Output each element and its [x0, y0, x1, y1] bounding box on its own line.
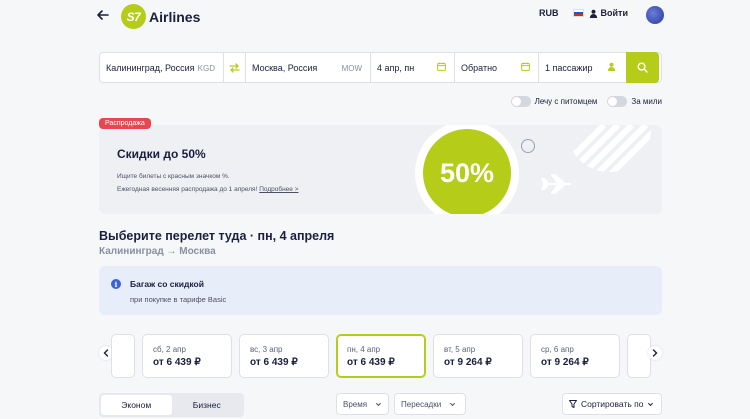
day-card[interactable]: вс, 3 апр от 6 439 ₽ — [239, 334, 329, 378]
day-price: от 9 264 ₽ — [444, 357, 492, 368]
from-city: Калининград, Россия — [106, 62, 195, 73]
day-card[interactable]: ср, 6 апр от 9 264 ₽ — [530, 334, 620, 378]
to-code: MOW — [341, 64, 362, 73]
search-button[interactable] — [626, 52, 659, 83]
back-arrow-icon[interactable] — [96, 8, 110, 22]
chevron-left-icon — [103, 349, 109, 357]
depart-date-field[interactable]: 4 апр, пн — [371, 53, 455, 82]
search-options: Лечу с питомцем За мили — [501, 96, 662, 107]
page-title: Выберите перелет туда · пн, 4 апреля — [99, 229, 335, 243]
pet-toggle[interactable]: Лечу с питомцем — [510, 96, 598, 107]
day-card[interactable]: сб, 2 апр от 6 439 ₽ — [142, 334, 232, 378]
swap-button[interactable] — [224, 53, 246, 82]
discount-circle: 50% — [415, 125, 519, 214]
login-button[interactable]: Войти — [601, 8, 628, 18]
passengers-count: 1 пассажир — [545, 62, 593, 73]
sort-dropdown[interactable]: Сортировать по — [562, 393, 662, 415]
sort-label: Сортировать по — [581, 399, 644, 409]
time-filter[interactable]: Время — [336, 393, 389, 415]
transfers-filter-label: Пересадки — [401, 399, 442, 409]
day-date: вс, 3 апр — [250, 345, 283, 354]
flight-search-bar: Калининград, Россия KGD Москва, Россия M… — [99, 52, 662, 83]
chevron-down-icon — [376, 402, 382, 406]
decor-stripes — [567, 125, 651, 172]
carousel-next-button[interactable] — [648, 346, 662, 360]
cabin-class-tabs: Эконом Бизнес — [99, 393, 244, 417]
from-field[interactable]: Калининград, Россия KGD — [100, 53, 224, 82]
to-field[interactable]: Москва, Россия MOW — [246, 53, 371, 82]
logo-mark: S7 — [121, 4, 146, 29]
language-globe-icon[interactable] — [646, 6, 664, 24]
russia-flag-icon[interactable] — [572, 9, 584, 17]
day-price: от 6 439 ₽ — [250, 357, 298, 368]
info-subtitle: при покупке в тарифе Basic — [130, 295, 227, 304]
currency-selector[interactable]: RUB — [539, 8, 559, 18]
header-actions: RUB Войти — [539, 8, 638, 18]
day-card-partial[interactable] — [111, 334, 135, 378]
passengers-field[interactable]: 1 пассажир — [539, 53, 626, 82]
promo-more-link[interactable]: Подробнее > — [259, 186, 298, 193]
route-subtitle: Калининград → Москва — [99, 246, 216, 257]
to-city: Москва, Россия — [252, 62, 318, 73]
day-card-selected[interactable]: пн, 4 апр от 6 439 ₽ — [336, 334, 426, 378]
swap-arrows-icon — [229, 62, 240, 73]
chevron-down-icon — [648, 402, 654, 406]
promo-text: Ищите билеты с красным значком %. Ежегод… — [117, 170, 299, 196]
passenger-icon — [607, 62, 616, 71]
pet-switch[interactable] — [510, 96, 531, 107]
info-title: Багаж со скидкой — [130, 279, 204, 289]
promo-line-2: Ежегодная весенняя распродажа до 1 апрел… — [117, 183, 299, 196]
user-icon — [589, 9, 597, 18]
tab-business[interactable]: Бизнес — [172, 395, 243, 415]
sale-badge: Распродажа — [99, 118, 151, 129]
transfers-filter[interactable]: Пересадки — [394, 393, 466, 415]
header: S7 Airlines RUB Войти — [0, 0, 750, 34]
chevron-right-icon — [652, 349, 658, 357]
return-date: Обратно — [461, 62, 498, 73]
time-filter-label: Время — [343, 399, 368, 409]
miles-label: За мили — [631, 97, 662, 106]
info-icon: i — [111, 279, 121, 289]
tab-economy[interactable]: Эконом — [101, 395, 172, 415]
miles-toggle[interactable]: За мили — [607, 96, 662, 107]
chevron-down-icon — [450, 402, 456, 406]
logo[interactable]: S7 Airlines — [121, 4, 200, 29]
discount-circle-text: 50% — [439, 157, 495, 188]
logo-text: Airlines — [149, 8, 201, 25]
day-price: от 6 439 ₽ — [347, 357, 395, 368]
promo-banner[interactable]: Скидки до 50% Ищите билеты с красным зна… — [99, 125, 662, 214]
return-date-field[interactable]: Обратно — [455, 53, 539, 82]
day-date: пн, 4 апр — [347, 345, 381, 354]
baggage-info-banner: i Багаж со скидкой при покупке в тарифе … — [99, 266, 662, 315]
filter-funnel-icon — [569, 400, 577, 408]
day-card[interactable]: вт, 5 апр от 9 264 ₽ — [433, 334, 523, 378]
day-card-partial[interactable] — [627, 334, 651, 378]
calendar-icon — [437, 62, 446, 71]
airplane-icon — [541, 174, 571, 194]
promo-line-1: Ищите билеты с красным значком %. — [117, 173, 230, 180]
decor-ring — [521, 139, 535, 153]
page: S7 Airlines RUB Войти Калининград, Росси… — [0, 0, 750, 419]
miles-switch[interactable] — [607, 96, 628, 107]
promo-title: Скидки до 50% — [117, 147, 206, 161]
search-icon — [637, 62, 648, 73]
from-code: KGD — [197, 64, 215, 73]
depart-date: 4 апр, пн — [377, 62, 415, 73]
calendar-icon — [521, 62, 530, 71]
promo-line-2-text: Ежегодная весенняя распродажа до 1 апрел… — [117, 186, 258, 193]
day-date: ср, 6 апр — [541, 345, 574, 354]
day-price: от 6 439 ₽ — [153, 357, 201, 368]
pet-label: Лечу с питомцем — [534, 97, 598, 106]
day-date: вт, 5 апр — [444, 345, 476, 354]
day-date: сб, 2 апр — [153, 345, 186, 354]
day-price: от 9 264 ₽ — [541, 357, 589, 368]
